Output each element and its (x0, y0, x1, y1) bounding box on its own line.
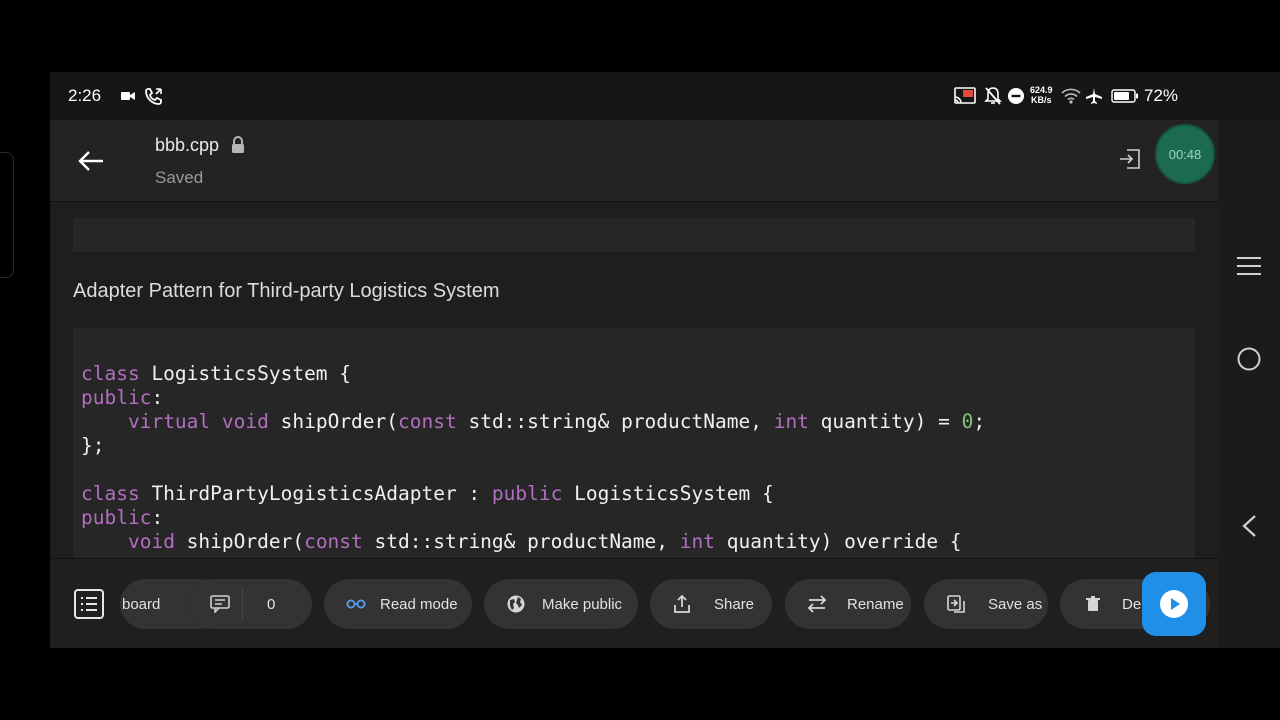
empty-code-block[interactable] (73, 218, 1195, 252)
code-keyword: int (773, 410, 809, 433)
section-heading: Adapter Pattern for Third-party Logistic… (73, 280, 500, 302)
code-line: }; (81, 434, 1195, 458)
code-token: shipOrder( (174, 530, 305, 553)
video-icon (121, 86, 135, 106)
code-line: virtual void shipOrder(const std::string… (81, 410, 1195, 434)
code-keyword: void (221, 410, 269, 433)
mute-icon (984, 86, 1002, 106)
cast-icon (954, 86, 976, 106)
code-token: std::string& productName, (456, 410, 774, 433)
battery-percent: 72% (1144, 86, 1179, 105)
play-icon (1160, 590, 1188, 618)
exit-icon[interactable] (1118, 147, 1142, 176)
trash-icon (1086, 596, 1100, 611)
arrow-left-icon (78, 151, 103, 171)
code-token: ; (973, 410, 986, 433)
system-nav-bar (1218, 120, 1280, 648)
glasses-icon (346, 599, 366, 609)
home-circle-icon[interactable] (1237, 347, 1261, 376)
code-line: class LogisticsSystem { (81, 362, 1195, 386)
code-line: class ThirdPartyLogisticsAdapter : publi… (81, 482, 1195, 506)
code-token: ThirdPartyLogisticsAdapter : (139, 482, 492, 505)
code-token: }; (81, 434, 105, 457)
code-line: public: (81, 386, 1195, 410)
bottom-toolbar: board 0 Read mode Make public Share Rena… (50, 558, 1218, 648)
make-public-button[interactable]: Make public (484, 579, 638, 629)
share-button[interactable]: Share (650, 579, 772, 629)
code-keyword: int (679, 530, 715, 553)
code-keyword: class (81, 482, 140, 505)
code-token: : (151, 386, 164, 409)
swap-arrows-icon (807, 595, 827, 613)
back-button[interactable] (76, 146, 106, 176)
code-line: void shipOrder(const std::string& produc… (81, 530, 1195, 554)
code-token: quantity) override { (715, 530, 962, 553)
code-token: std::string& productName, (362, 530, 680, 553)
code-text: class LogisticsSystem {public: virtual v… (81, 362, 1195, 554)
document-content[interactable]: Adapter Pattern for Third-party Logistic… (50, 202, 1218, 558)
share-icon (674, 594, 690, 613)
save-as-button[interactable]: Save as (924, 579, 1048, 629)
code-keyword: class (81, 362, 140, 385)
code-token: shipOrder( (268, 410, 399, 433)
network-speed: 624.9 KB/s (1030, 85, 1053, 105)
globe-icon (507, 595, 525, 613)
read-mode-button[interactable]: Read mode (324, 579, 472, 629)
code-keyword: void (127, 530, 175, 553)
code-keyword: const (398, 410, 457, 433)
rename-button[interactable]: Rename (785, 579, 911, 629)
app-bar: bbb.cpp Saved (50, 120, 1218, 202)
code-keyword: virtual (127, 410, 211, 433)
outline-list-icon[interactable] (74, 589, 104, 619)
code-line: public: (81, 506, 1195, 530)
code-keyword: public (491, 482, 563, 505)
code-keyword: public (81, 506, 152, 529)
menu-icon[interactable] (1236, 256, 1262, 281)
save-copy-icon (947, 595, 965, 613)
phone-call-icon (144, 86, 164, 106)
lock-icon (230, 136, 246, 159)
code-token: LogisticsSystem { (139, 362, 352, 385)
save-status: Saved (155, 168, 204, 187)
status-bar: 2:26 624.9 KB/s 72% (50, 72, 1280, 120)
code-block[interactable]: class LogisticsSystem {public: virtual v… (73, 328, 1195, 558)
code-token: LogisticsSystem { (562, 482, 774, 505)
screen-edge-handle (0, 152, 14, 278)
chip-divider (242, 588, 243, 620)
status-time: 2:26 (68, 86, 102, 105)
code-token: quantity) = (808, 410, 962, 433)
comment-icon (210, 595, 230, 613)
code-token: : (151, 506, 164, 529)
airplane-icon (1085, 86, 1103, 106)
phone-screen: 2:26 624.9 KB/s 72% bbb.cpp Saved 00:48 … (50, 72, 1280, 648)
recording-timer[interactable]: 00:48 (1155, 124, 1215, 184)
run-button[interactable] (1142, 572, 1206, 636)
code-keyword: const (304, 530, 363, 553)
dnd-icon (1008, 86, 1024, 106)
back-triangle-icon[interactable] (1240, 514, 1258, 543)
wifi-icon (1061, 86, 1081, 106)
comments-button[interactable]: 0 (188, 579, 312, 629)
battery-icon (1111, 86, 1139, 106)
code-number: 0 (961, 410, 974, 433)
file-name: bbb.cpp (155, 135, 220, 155)
code-keyword: public (81, 386, 152, 409)
